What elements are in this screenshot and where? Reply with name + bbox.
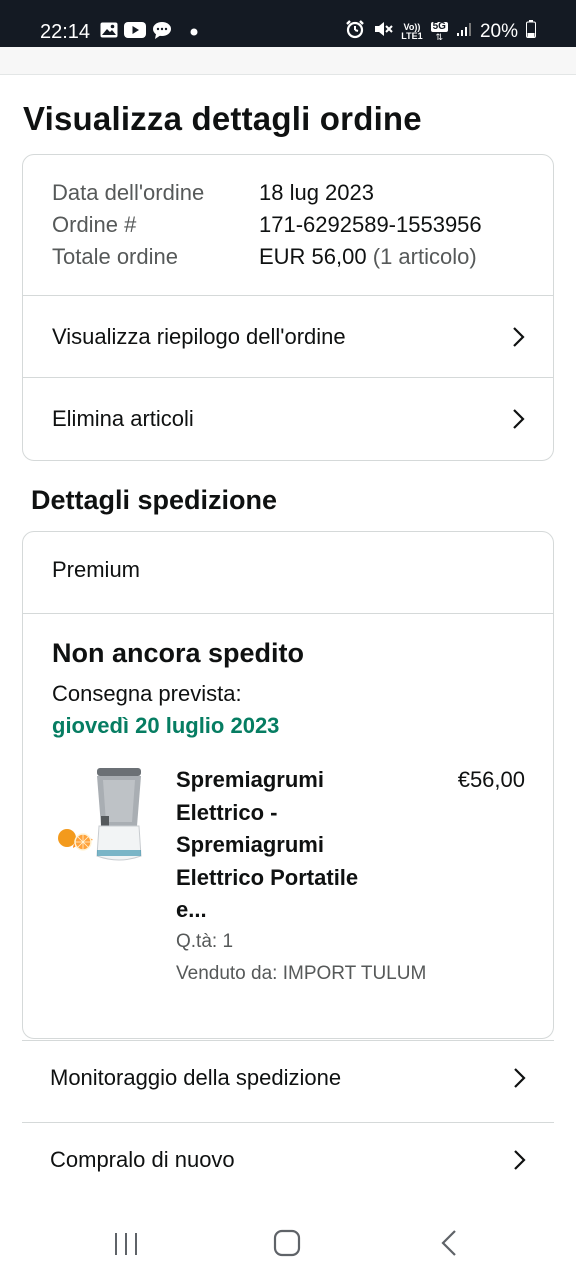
home-icon[interactable] (267, 1225, 307, 1261)
order-summary-card: Data dell'ordine 18 lug 2023 Ordine # 17… (22, 154, 554, 461)
delivery-label: Consegna prevista: (52, 681, 242, 706)
shipping-tier: Premium (52, 557, 141, 582)
status-bar: 22:14 Vo)) LTE1 5G ⇅ 20% (0, 0, 576, 47)
recent-apps-icon[interactable] (106, 1225, 146, 1261)
alarm-icon (345, 19, 365, 45)
chevron-right-icon (513, 409, 525, 429)
product-title-link[interactable]: Spremiagrumi Elettrico - Spremiagrumi El… (176, 764, 391, 927)
order-total-label: Totale ordine (52, 244, 178, 269)
track-shipment-link[interactable]: Monitoraggio della spedizione (22, 1037, 554, 1119)
header-band (0, 47, 576, 75)
shipment-status: Non ancora spedito (52, 638, 305, 668)
mute-icon (373, 19, 393, 45)
volte-icon: Vo)) LTE1 (401, 22, 423, 41)
view-order-summary-label: Visualizza riepilogo dell'ordine (52, 324, 346, 349)
chevron-right-icon (514, 1068, 526, 1088)
buy-again-label: Compralo di nuovo (50, 1147, 235, 1172)
battery-icon (526, 20, 536, 44)
divider (23, 613, 553, 614)
youtube-icon (124, 21, 146, 43)
order-item-count: (1 articolo) (372, 244, 477, 269)
battery-percent: 20% (479, 21, 518, 42)
delete-items-link[interactable]: Elimina articoli (23, 378, 553, 460)
delete-items-label: Elimina articoli (52, 406, 194, 431)
dot-icon (190, 23, 198, 41)
shipping-section-title: Dettagli spedizione (31, 485, 278, 515)
network-label: 5G (430, 21, 448, 32)
order-number-value: 171-6292589-1553956 (259, 212, 482, 237)
status-time: 22:14 (40, 21, 91, 43)
shipment-card: Premium Non ancora spedito Consegna prev… (22, 531, 554, 1039)
order-total-value: EUR 56,00 (1 articolo) (259, 244, 477, 269)
page-title: Visualizza dettagli ordine (23, 100, 422, 137)
track-shipment-label: Monitoraggio della spedizione (50, 1065, 342, 1090)
delivery-date: giovedì 20 luglio 2023 (52, 713, 280, 738)
gallery-icon (100, 22, 118, 43)
buy-again-link[interactable]: Compralo di nuovo (22, 1119, 554, 1201)
signal-icon (456, 21, 472, 43)
system-nav-bar (0, 1205, 576, 1280)
order-number-label: Ordine # (52, 212, 137, 237)
5g-icon: 5G ⇅ (430, 21, 448, 42)
product-quantity: Q.tà: 1 (176, 931, 234, 952)
order-date-value: 18 lug 2023 (259, 180, 374, 205)
chevron-right-icon (514, 1150, 526, 1170)
product-seller: Venduto da: IMPORT TULUM (176, 963, 427, 984)
chat-icon (152, 21, 172, 44)
status-notification-icons (100, 21, 198, 44)
chevron-right-icon (513, 327, 525, 347)
status-system-icons: Vo)) LTE1 5G ⇅ 20% (345, 20, 536, 44)
back-icon[interactable] (430, 1225, 470, 1261)
product-image[interactable] (53, 764, 149, 868)
order-date-label: Data dell'ordine (52, 180, 205, 205)
view-order-summary-link[interactable]: Visualizza riepilogo dell'ordine (23, 296, 553, 378)
product-price: €56,00 (457, 767, 525, 792)
